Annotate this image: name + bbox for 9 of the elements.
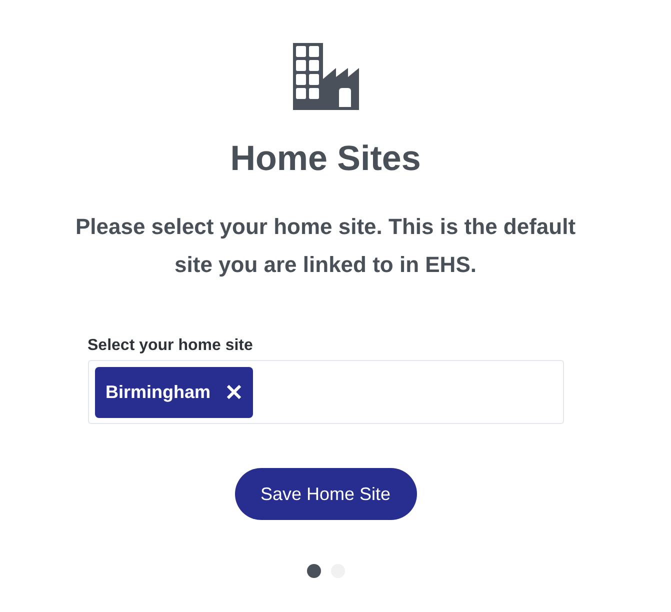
description-text: Please select your home site. This is the default site you are linked to in EHS. bbox=[74, 213, 577, 279]
page-title: Home Sites bbox=[230, 139, 421, 179]
close-icon[interactable] bbox=[226, 385, 241, 399]
page-dot[interactable] bbox=[306, 564, 320, 578]
site-select-field[interactable]: Birmingham bbox=[88, 360, 564, 424]
factory-building-icon bbox=[292, 43, 358, 110]
field-label: Select your home site bbox=[88, 336, 253, 356]
save-button[interactable]: Save Home Site bbox=[234, 468, 416, 520]
site-chip[interactable]: Birmingham bbox=[94, 366, 253, 418]
